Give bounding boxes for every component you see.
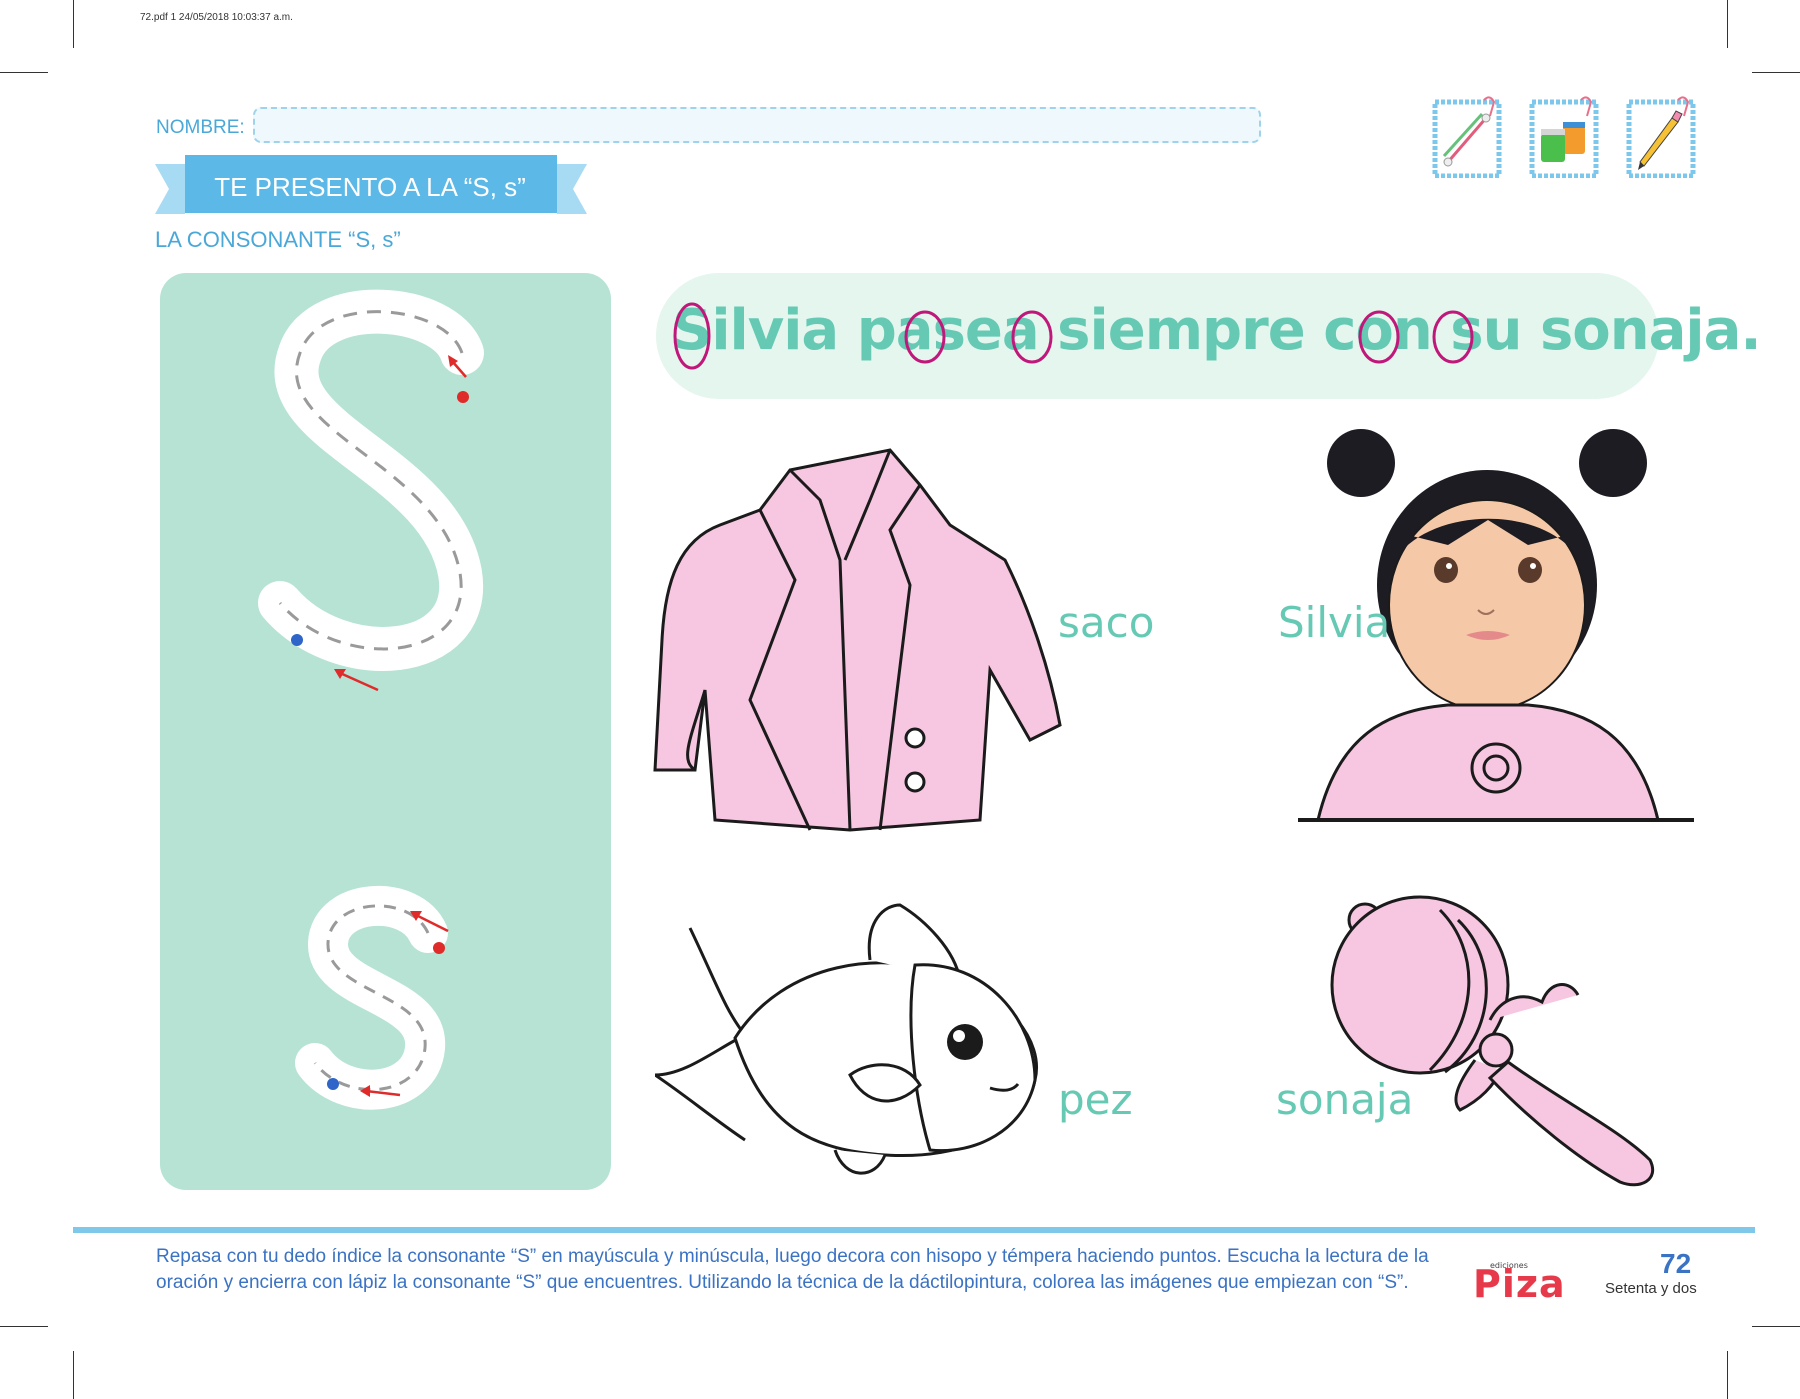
- paint-jars-icon: [1529, 96, 1599, 178]
- rattle-image: [1330, 895, 1655, 1187]
- word-silvia: Silvia: [1278, 598, 1391, 647]
- crop-mark: [1752, 72, 1800, 73]
- crop-mark: [73, 1351, 74, 1399]
- cotton-swabs-icon: [1432, 96, 1502, 178]
- fish-image: [655, 903, 1038, 1175]
- end-dot: [291, 634, 303, 646]
- crop-mark: [0, 72, 48, 73]
- banner-title: TE PRESENTO A LA “S, s”: [214, 172, 526, 202]
- subtitle: LA CONSONANTE “S, s”: [155, 227, 401, 252]
- footer-divider: [73, 1227, 1755, 1233]
- crop-mark: [1727, 1351, 1728, 1399]
- crop-mark: [1727, 0, 1728, 48]
- start-dot: [433, 942, 445, 954]
- print-info: 72.pdf 1 24/05/2018 10:03:37 a.m.: [140, 12, 293, 23]
- uppercase-s-trace: [258, 289, 484, 671]
- instructions: Repasa con tu dedo índice la consonante …: [156, 1246, 1429, 1293]
- page-number: 72: [1660, 1248, 1692, 1279]
- name-label: NOMBRE:: [156, 117, 245, 138]
- letter-tracing[interactable]: [160, 273, 611, 1190]
- word-pez: pez: [1058, 1075, 1133, 1124]
- crop-mark: [1752, 1326, 1800, 1327]
- pencil-icon: [1626, 96, 1696, 178]
- word-saco: saco: [1058, 598, 1155, 647]
- jacket-image: [653, 448, 1062, 832]
- crop-mark: [0, 1326, 48, 1327]
- name-field[interactable]: [253, 107, 1261, 143]
- crop-mark: [73, 0, 74, 48]
- word-sonaja: sonaja: [1276, 1075, 1414, 1124]
- page-number-words: Setenta y dos: [1605, 1280, 1697, 1297]
- s-circles: [673, 302, 1474, 370]
- end-dot: [327, 1078, 339, 1090]
- lowercase-s-trace: [295, 885, 448, 1110]
- start-dot: [457, 391, 469, 403]
- brand-logo: Piza: [1473, 1262, 1566, 1306]
